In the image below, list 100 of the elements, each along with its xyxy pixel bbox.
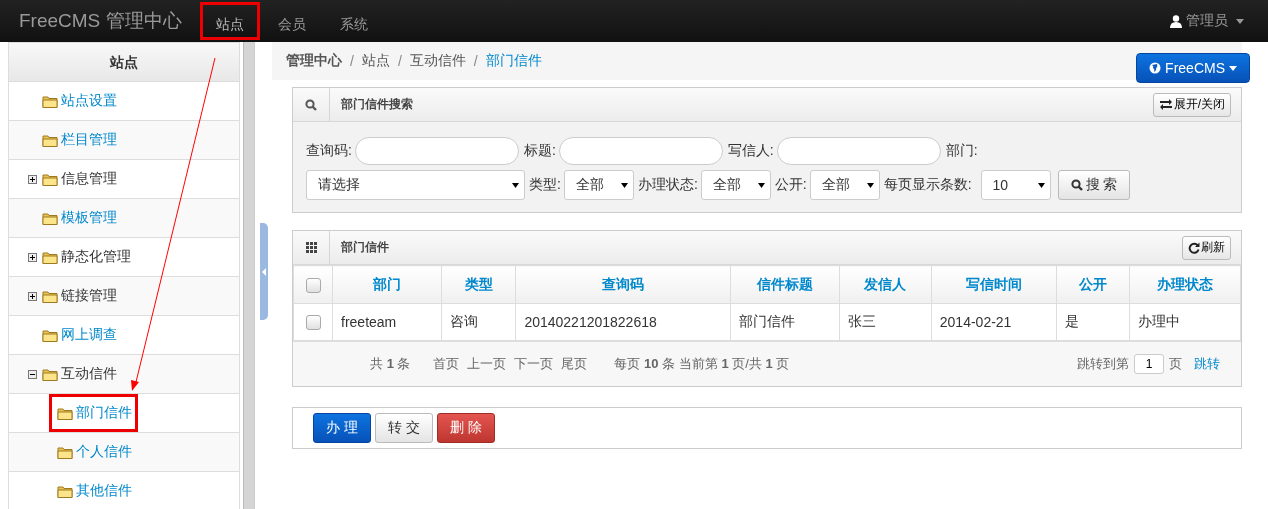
department-select[interactable]: 请选择 <box>306 170 525 200</box>
dropdown-arrow-icon <box>1037 182 1045 188</box>
column-header[interactable]: 查询码 <box>515 265 731 304</box>
table-cell: 20140221201822618 <box>515 303 731 341</box>
field-label: 办理状态: <box>637 176 698 194</box>
expand-toggle-icon[interactable] <box>28 369 37 379</box>
column-header[interactable]: 写信时间 <box>931 265 1057 304</box>
expand-toggle-icon[interactable] <box>28 174 37 184</box>
swap-arrows-icon <box>1158 99 1173 110</box>
sidebar-item[interactable]: 模板管理 <box>61 209 117 227</box>
folder-icon <box>42 172 58 186</box>
action-button[interactable]: 删 除 <box>436 413 495 443</box>
field-label: 公开: <box>774 176 807 194</box>
field-label: 查询码: <box>306 142 352 160</box>
panel-title: 部门信件 <box>341 239 389 256</box>
nav-tab[interactable]: 会员 <box>261 2 322 40</box>
input-field[interactable] <box>558 137 723 165</box>
folder-icon <box>42 250 58 264</box>
folder-icon <box>42 211 58 225</box>
breadcrumb-link[interactable]: 部门信件 <box>485 52 542 70</box>
caret-icon <box>1236 18 1244 24</box>
folder-icon <box>57 484 73 498</box>
panel-title: 部门信件搜索 <box>341 96 413 113</box>
page-link[interactable]: 下一页 <box>514 355 554 373</box>
sidebar-item[interactable]: 站点设置 <box>61 92 117 110</box>
field-label: 每页显示条数: <box>883 176 972 194</box>
expand-toggle-icon[interactable] <box>28 291 37 301</box>
column-header[interactable]: 发信人 <box>839 265 932 304</box>
select-all-checkbox[interactable] <box>305 277 321 293</box>
toggle-button[interactable]: 展开/关闭 <box>1152 92 1231 117</box>
folder-icon <box>42 133 58 147</box>
grid-icon <box>305 242 317 253</box>
table-cell: 咨询 <box>441 303 516 341</box>
sidebar-item[interactable]: 静态化管理 <box>61 248 131 266</box>
row-checkbox[interactable] <box>305 315 321 331</box>
sidebar-item[interactable]: 个人信件 <box>76 443 132 461</box>
globe-icon <box>1149 62 1162 74</box>
column-header[interactable]: 类型 <box>441 265 516 304</box>
breadcrumb-separator: / <box>350 53 354 69</box>
refresh-button[interactable]: 刷新 <box>1182 235 1231 260</box>
column-header[interactable]: 公开 <box>1056 265 1130 304</box>
jump-link[interactable]: 跳转 <box>1194 355 1220 373</box>
page-link[interactable]: 尾页 <box>561 355 588 373</box>
field-label: 类型: <box>529 176 561 194</box>
dropdown-arrow-icon <box>512 182 519 188</box>
table-cell: 张三 <box>839 303 932 341</box>
collapse-handle[interactable] <box>260 223 268 320</box>
breadcrumb-separator: / <box>397 53 402 69</box>
column-header[interactable]: 办理状态 <box>1129 265 1241 304</box>
sidebar-item[interactable]: 栏目管理 <box>61 131 117 149</box>
sidebar-title: 站点 <box>9 42 239 82</box>
field-label: 写信人: <box>727 142 774 160</box>
breadcrumb-link[interactable]: 互动信件 <box>409 52 466 70</box>
brand-title: FreeCMS 管理中心 <box>19 9 182 33</box>
nav-tab[interactable]: 站点 <box>199 2 260 40</box>
page-number-field[interactable]: 1 <box>1134 354 1164 374</box>
breadcrumb-link[interactable]: 管理中心 <box>286 52 342 70</box>
page-info: 每页 10 条 当前第 1 页/共 1 页 <box>614 355 790 373</box>
action-button[interactable]: 办 理 <box>313 413 371 443</box>
total-count: 共 1 条 <box>370 355 411 373</box>
table-cell: 2014-02-21 <box>931 303 1057 341</box>
search-icon <box>1070 179 1083 191</box>
table-cell: freeteam <box>332 303 442 341</box>
dropdown-arrow-icon <box>620 182 628 188</box>
page-link[interactable]: 上一页 <box>467 355 507 373</box>
sidebar-item[interactable]: 网上调查 <box>61 326 117 344</box>
input-field[interactable] <box>354 137 519 165</box>
folder-icon <box>42 367 58 381</box>
search-icon <box>305 98 317 111</box>
page-link[interactable]: 首页 <box>433 355 460 373</box>
refresh-icon <box>1188 241 1200 254</box>
sidebar-item[interactable]: 部门信件 <box>76 404 132 422</box>
page-size-select[interactable]: 10 <box>980 170 1051 200</box>
input-field[interactable] <box>776 137 941 165</box>
select-field[interactable]: 全部 <box>809 170 880 200</box>
expand-toggle-icon[interactable] <box>28 252 37 262</box>
select-field[interactable]: 全部 <box>563 170 634 200</box>
jump-unit: 页 <box>1169 355 1182 373</box>
folder-icon <box>42 328 58 342</box>
column-header[interactable]: 部门 <box>332 265 442 304</box>
search-button[interactable]: 搜 索 <box>1057 170 1131 200</box>
field-label: 部门: <box>945 142 978 160</box>
sidebar-item[interactable]: 链接管理 <box>61 287 117 305</box>
column-header[interactable]: 信件标题 <box>730 265 840 304</box>
breadcrumb-link[interactable]: 站点 <box>361 52 390 70</box>
table-cell: 是 <box>1056 303 1130 341</box>
dropdown-arrow-icon <box>866 182 874 188</box>
folder-icon <box>42 289 58 303</box>
folder-icon <box>42 94 58 108</box>
user-menu[interactable]: 管理员 <box>1186 12 1228 30</box>
sidebar-item[interactable]: 其他信件 <box>76 482 132 500</box>
dropdown-arrow-icon <box>757 182 765 188</box>
action-button[interactable]: 转 交 <box>374 413 433 443</box>
sidebar-item[interactable]: 信息管理 <box>61 170 117 188</box>
sidebar-item[interactable]: 互动信件 <box>61 365 117 383</box>
site-dropdown-button[interactable]: FreeCMS <box>1136 53 1250 83</box>
field-label: 标题: <box>523 142 556 160</box>
nav-tab[interactable]: 系统 <box>323 2 384 40</box>
user-icon <box>1170 14 1182 28</box>
select-field[interactable]: 全部 <box>700 170 771 200</box>
